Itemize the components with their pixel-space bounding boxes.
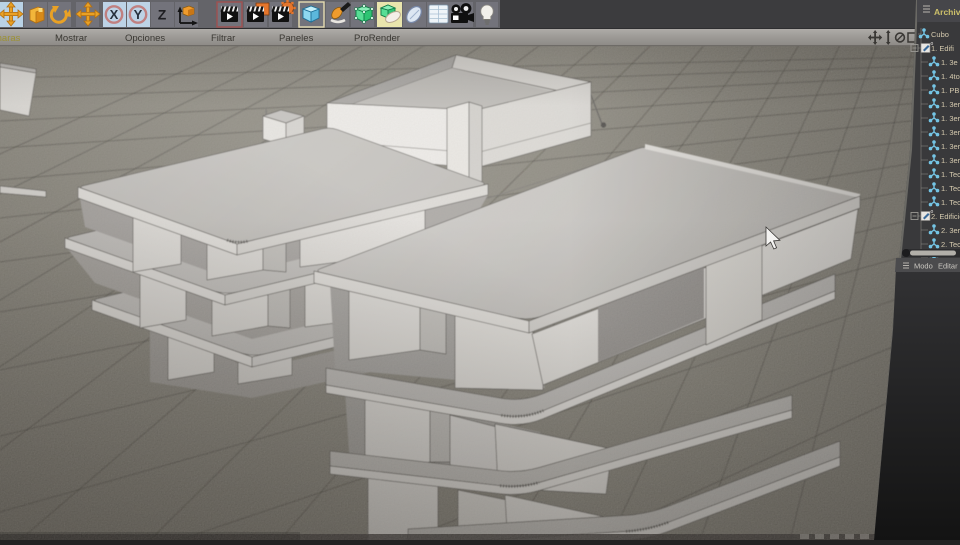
svg-text:1. 3er p: 1. 3er p bbox=[941, 100, 960, 109]
svg-text:Y: Y bbox=[134, 7, 143, 22]
svg-text:Mostrar: Mostrar bbox=[55, 33, 87, 44]
svg-text:1. PB: 1. PB bbox=[941, 86, 959, 95]
svg-text:2. Techo 2: 2. Techo 2 bbox=[941, 240, 960, 249]
svg-text:2. 3er piso: 2. 3er piso bbox=[941, 226, 960, 235]
svg-text:Editar: Editar bbox=[938, 262, 958, 271]
svg-text:1. 3er pi: 1. 3er pi bbox=[941, 128, 960, 137]
svg-text:Archivo: Archivo bbox=[934, 7, 960, 17]
svg-text:1. 3er po: 1. 3er po bbox=[941, 156, 960, 165]
svg-text:1. 3er pi: 1. 3er pi bbox=[941, 142, 960, 151]
svg-text:Z: Z bbox=[158, 7, 167, 23]
svg-text:1. Teche: 1. Teche bbox=[941, 184, 960, 193]
svg-text:Filtrar: Filtrar bbox=[211, 33, 235, 44]
svg-text:Paneles: Paneles bbox=[279, 33, 314, 44]
svg-text:1. 4to: 1. 4to bbox=[941, 72, 960, 81]
svg-text:2. Edificio: 2. Edificio bbox=[931, 212, 960, 221]
svg-text:1. Techo 2: 1. Techo 2 bbox=[941, 198, 960, 207]
svg-text:1. Techo: 1. Techo bbox=[941, 170, 960, 179]
svg-text:1. 3e: 1. 3e bbox=[941, 58, 958, 67]
svg-text:ProRender: ProRender bbox=[354, 33, 400, 44]
svg-text:Modo: Modo bbox=[914, 262, 933, 271]
svg-text:Cubo: Cubo bbox=[931, 30, 949, 39]
svg-text:Opciones: Opciones bbox=[125, 33, 165, 44]
svg-text:1. Edifi: 1. Edifi bbox=[931, 44, 954, 53]
svg-text:maras: maras bbox=[0, 33, 21, 44]
svg-text:1. 3er p: 1. 3er p bbox=[941, 114, 960, 123]
svg-text:X: X bbox=[110, 7, 119, 22]
